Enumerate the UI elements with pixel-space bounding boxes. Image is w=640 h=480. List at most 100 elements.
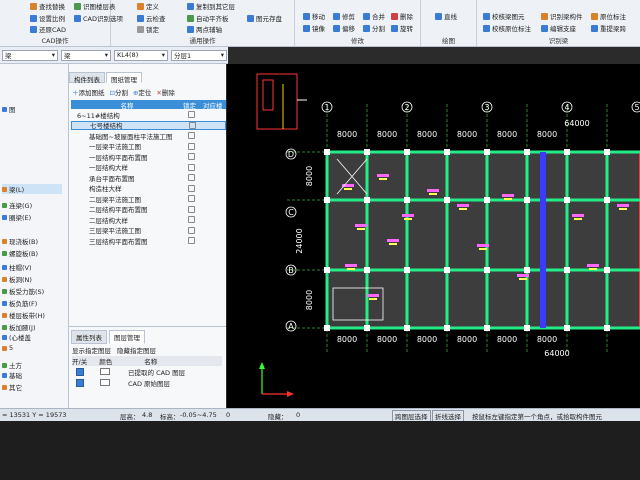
nav-item[interactable]: 板洞(N) (2, 274, 32, 284)
copy-to-floor-button[interactable]: 复制到其它层 (187, 1, 235, 11)
layer-table-header: 开/关 颜色 名称 (72, 356, 222, 366)
tab-layer-management[interactable]: 图层管理 (109, 330, 145, 344)
move-button[interactable]: 移动 (303, 11, 325, 21)
table-row[interactable]: 二层梁平法施工图 (71, 194, 226, 204)
nav-item[interactable]: 现浇板(B) (2, 236, 38, 246)
set-scale-button[interactable]: 设置比例 (30, 13, 65, 23)
nav-item[interactable]: 梁(L) (2, 184, 62, 194)
cad-canvas[interactable]: 1 2 3 4 5 64000 8000 8000 8000 8000 8000 8000 D C B A 80… (227, 64, 640, 408)
tab-drawing-management[interactable]: 图纸管理 (106, 72, 142, 84)
tab-properties[interactable]: 属性列表 (71, 330, 107, 344)
annotation-mark (344, 188, 352, 190)
hide-layers-option[interactable]: 隐藏指定图层 (117, 345, 156, 355)
lock-icon[interactable] (188, 153, 195, 160)
lock-icon[interactable] (188, 237, 195, 244)
nav-item[interactable]: 板加腋(J) (2, 322, 36, 332)
element-select[interactable]: KL4(8) ▾ (114, 49, 168, 61)
nav-item[interactable]: 板受力筋(S) (2, 286, 44, 296)
table-row[interactable]: 三层梁平法施工图 (71, 226, 226, 235)
lock-icon[interactable] (188, 174, 195, 181)
nav-item[interactable]: 螺旋板(B) (2, 248, 38, 258)
table-row[interactable]: 一层梁平法施工图 (71, 142, 226, 151)
column (404, 325, 410, 331)
table-row[interactable]: 三层结构平面布置图 (71, 236, 226, 246)
table-row[interactable]: 二层结构平面布置图 (71, 205, 226, 214)
lock-icon[interactable] (188, 205, 195, 213)
nav-item[interactable]: 楼层板带(H) (2, 310, 45, 320)
table-row[interactable]: 二层结构大样 (71, 215, 226, 225)
element-type-select[interactable]: 梁 ▾ (61, 49, 111, 61)
find-replace-button[interactable]: 查找替换 (30, 1, 65, 11)
nav-item[interactable]: (心楼盖 (2, 332, 31, 342)
nav-item[interactable]: 基础 (2, 370, 22, 380)
identify-beam-button[interactable]: 识别梁构件 (541, 11, 583, 21)
table-row[interactable]: 一层结构平面布置图 (71, 152, 226, 162)
split-drawing-button[interactable]: ⊡分割 (110, 87, 128, 97)
lock-icon[interactable] (188, 163, 195, 171)
add-drawing-button[interactable]: ＋添加图纸 (72, 87, 105, 97)
floor-table-button[interactable]: 识图楼层表 (74, 1, 116, 11)
nav-item[interactable]: 土方 (2, 360, 22, 370)
tab-element-list[interactable]: 构件列表 (69, 72, 105, 84)
check-annotation-button[interactable]: 校核原位标注 (483, 23, 531, 33)
auto-align-button[interactable]: 自动平齐板 (187, 13, 229, 23)
merge-button[interactable]: 合并 (363, 11, 385, 21)
annotation-mark (572, 214, 584, 217)
element-icon (2, 250, 7, 256)
lock-icon[interactable] (188, 195, 195, 202)
selected-beam[interactable] (540, 152, 546, 328)
lock-icon[interactable] (188, 142, 195, 150)
element-icon (2, 238, 7, 244)
define-button[interactable]: 定义 (137, 1, 159, 11)
nav-item[interactable]: 5 (2, 344, 13, 352)
scale-icon (30, 14, 37, 22)
lock-button[interactable]: 锁定 (137, 24, 159, 34)
split-button[interactable]: 分割 (363, 23, 385, 33)
nav-item[interactable]: 连梁(G) (2, 200, 32, 210)
floor-select[interactable]: 分层1 ▾ (171, 49, 227, 61)
table-row[interactable]: 一层结构大样 (71, 163, 226, 172)
table-row[interactable]: 承台平面布置图 (71, 173, 226, 183)
line-button[interactable]: 直线 (435, 11, 457, 21)
nav-item[interactable]: 柱帽(V) (2, 262, 32, 272)
in-situ-annotation-button[interactable]: 原位标注 (591, 11, 626, 21)
floor-type-select[interactable]: 梁 ▾ (2, 49, 58, 61)
lock-icon[interactable] (188, 184, 195, 192)
locate-button[interactable]: ⊕定位 (133, 87, 151, 97)
delete-drawing-button[interactable]: ✕删除 (156, 87, 174, 97)
edit-support-button[interactable]: 编辑支座 (541, 23, 576, 33)
align-icon (187, 14, 194, 22)
dimension-left: 24000 (295, 228, 304, 253)
lock-icon[interactable] (188, 216, 195, 223)
restore-cad-button[interactable]: 还原CAD (30, 24, 66, 34)
trim-button[interactable]: 修剪 (333, 11, 355, 21)
nav-item[interactable]: 圈梁(E) (2, 212, 31, 222)
lock-icon[interactable] (188, 226, 195, 234)
mirror-button[interactable]: 镜像 (303, 23, 325, 33)
lock-icon[interactable] (188, 111, 195, 118)
col-onoff: 开/关 (72, 358, 88, 366)
offset-button[interactable]: 偏移 (333, 23, 355, 33)
nav-item[interactable]: 其它 (2, 382, 22, 392)
delete-button[interactable]: 删除 (391, 11, 413, 21)
lock-icon[interactable] (188, 132, 195, 139)
lock-icon[interactable] (189, 121, 196, 129)
cloud-check-button[interactable]: 云检查 (137, 13, 166, 23)
table-row[interactable]: 6~11#楼结构 (71, 110, 226, 120)
chevron-down-icon: ▾ (51, 51, 55, 59)
save-element-button[interactable]: 图元存盘 (247, 13, 282, 23)
layer-checkbox[interactable] (76, 367, 84, 376)
two-point-axis-button[interactable]: 两点辅轴 (187, 24, 222, 34)
table-row[interactable]: 构造柱大样 (71, 184, 226, 193)
rotate-button[interactable]: 旋转 (391, 23, 413, 33)
layer-checkbox[interactable] (76, 378, 84, 387)
table-row[interactable]: 七号楼结构 (71, 120, 226, 130)
re-span-button[interactable]: 重提梁跨 (591, 23, 626, 33)
group-label: 通用操作 (189, 37, 216, 45)
table-row[interactable]: 基础图~坡屋面柱平法施工图 (71, 131, 226, 141)
nav-item[interactable]: 板负筋(F) (2, 298, 37, 308)
table-icon (74, 2, 81, 10)
check-beam-button[interactable]: 校核梁图元 (483, 11, 525, 21)
nav-item[interactable]: 图 (2, 104, 16, 114)
show-layers-option[interactable]: 显示指定图层 (72, 345, 111, 355)
